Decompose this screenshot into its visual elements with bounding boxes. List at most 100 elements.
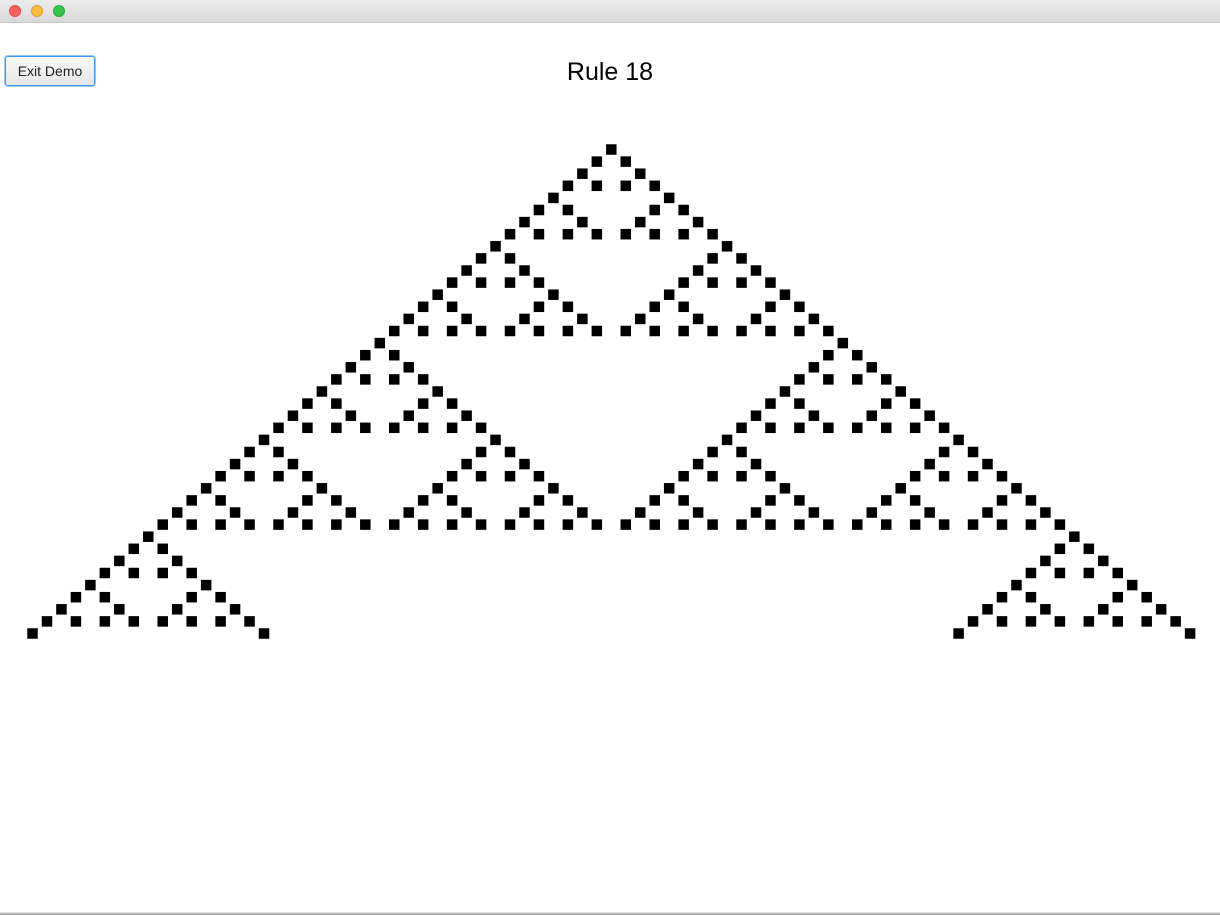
automaton-cell: [967, 470, 979, 482]
automaton-cell: [302, 398, 313, 409]
automaton-cell: [548, 192, 559, 204]
automaton-cell: [475, 253, 487, 264]
automaton-cell: [244, 519, 255, 530]
automaton-cell: [692, 265, 704, 276]
automaton-cell: [533, 495, 545, 506]
automaton-cell: [707, 277, 718, 288]
automaton-cell: [432, 483, 443, 494]
automaton-cell: [967, 519, 979, 530]
automaton-cell: [577, 216, 588, 228]
automaton-cell: [157, 567, 168, 579]
automaton-cell: [663, 289, 675, 300]
automaton-cell: [794, 519, 805, 530]
automaton-cell: [1025, 519, 1037, 530]
automaton-cell: [649, 228, 660, 240]
automaton-cell: [461, 265, 472, 276]
automaton-cell: [345, 410, 357, 421]
automaton-cell: [852, 422, 863, 434]
automaton-cell: [215, 470, 226, 482]
automaton-cell: [1025, 567, 1037, 579]
automaton-cell: [1112, 591, 1123, 603]
automaton-cell: [186, 519, 197, 530]
automaton-cell: [1155, 604, 1167, 615]
automaton-cell: [475, 325, 487, 337]
automaton-cell: [562, 301, 574, 313]
automaton-cell: [1083, 543, 1095, 555]
automaton-cell: [967, 446, 979, 458]
automaton-cell: [229, 507, 241, 518]
automaton-cell: [490, 241, 501, 252]
automaton-cell: [215, 519, 226, 530]
automaton-cell: [215, 616, 226, 627]
automaton-cell: [909, 422, 921, 434]
automaton-cell: [461, 507, 472, 518]
automaton-cell: [157, 519, 168, 530]
automaton-cell: [548, 483, 559, 494]
automaton-cell: [417, 422, 429, 434]
automaton-cell: [171, 507, 183, 518]
automaton-cell: [403, 410, 414, 421]
automaton-cell: [70, 616, 82, 627]
automaton-cell: [721, 434, 733, 446]
automaton-cell: [938, 422, 950, 434]
automaton-cell: [707, 325, 718, 337]
automaton-cell: [287, 410, 299, 421]
automaton-cell: [794, 301, 805, 313]
automaton-cell: [128, 567, 140, 579]
automaton-cell: [403, 362, 414, 373]
automaton-cell: [880, 519, 892, 530]
automaton-cell: [302, 495, 313, 506]
automaton-cell: [866, 410, 878, 421]
automaton-cell: [823, 325, 834, 337]
automaton-cell: [171, 555, 183, 567]
automaton-cell: [649, 325, 660, 337]
automaton-cell: [1040, 604, 1051, 615]
automaton-cell: [924, 410, 935, 421]
automaton-cell: [765, 301, 776, 313]
automaton-cell: [938, 446, 950, 458]
automaton-cell: [779, 289, 791, 300]
automaton-cell: [1025, 495, 1037, 506]
automaton-cell: [620, 519, 632, 530]
automaton-cell: [750, 313, 762, 325]
automaton-cell: [794, 398, 805, 409]
automaton-cell: [1098, 604, 1109, 615]
automaton-cell: [446, 422, 458, 434]
automaton-cell: [186, 591, 197, 603]
automaton-cell: [678, 495, 689, 506]
automaton-cell: [360, 349, 371, 361]
automaton-cell: [1170, 616, 1181, 627]
automaton-cell: [533, 325, 545, 337]
automaton-cell: [56, 604, 67, 615]
automaton-cell: [895, 483, 906, 494]
automaton-cell: [432, 386, 443, 397]
automaton-cell: [909, 495, 921, 506]
automaton-cell: [403, 507, 414, 518]
automaton-cell: [41, 616, 53, 627]
automaton-cell: [1112, 567, 1123, 579]
automaton-cell: [171, 604, 183, 615]
automaton-cell: [504, 253, 516, 264]
automaton-cell: [475, 519, 487, 530]
automaton-cell: [996, 495, 1008, 506]
automaton-cell: [504, 228, 516, 240]
automaton-cell: [707, 253, 718, 264]
automaton-cell: [562, 519, 574, 530]
automaton-cell: [273, 519, 284, 530]
automaton-cell: [692, 458, 704, 470]
automaton-cell: [504, 446, 516, 458]
automaton-cell: [678, 204, 689, 216]
automaton-cell: [880, 422, 892, 434]
automaton-cell: [143, 531, 154, 542]
automaton-cell: [620, 156, 632, 167]
automaton-cell: [765, 495, 776, 506]
automaton-cell: [562, 495, 574, 506]
automaton-cell: [99, 616, 111, 627]
automaton-cell: [1126, 579, 1138, 591]
automaton-cell: [562, 325, 574, 337]
automaton-cell: [461, 313, 472, 325]
automaton-cell: [417, 374, 429, 385]
automaton-cell: [186, 567, 197, 579]
automaton-cell: [866, 362, 878, 373]
automaton-cell: [707, 470, 718, 482]
